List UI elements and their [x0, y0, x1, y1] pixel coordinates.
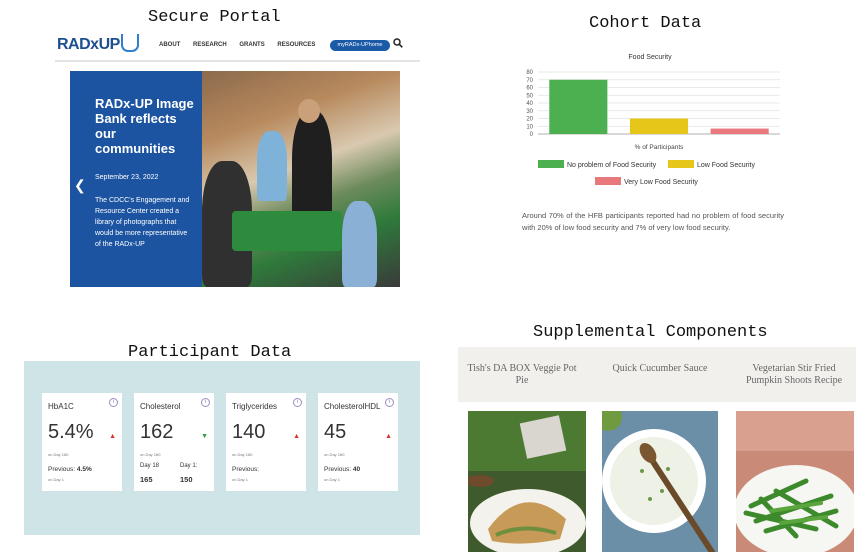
info-icon[interactable]: i	[109, 398, 118, 407]
legend-item-low: Low Food Security	[668, 160, 755, 169]
metric-value: 5.4%	[48, 421, 94, 443]
previous-date: on Day 1	[232, 477, 249, 482]
recipe-title-bar: Tish's DA BOX Veggie Pot Pie Quick Cucum…	[458, 347, 856, 402]
metric-card-cholesterol-hdl[interactable]: CholesterolHDL i 45 ▲ on Day 180 Previou…	[318, 393, 398, 491]
metric-name: HbA1C	[48, 402, 74, 411]
legend-swatch	[668, 160, 694, 168]
hero-title[interactable]: RADx-UP Image Bank reflects our communit…	[95, 96, 195, 156]
recipe-image-cucumber-sauce[interactable]	[602, 411, 718, 552]
metric-value: 162	[140, 421, 174, 443]
x-axis-label: % of Participants	[635, 144, 685, 151]
previous-value: Previous:	[232, 466, 260, 473]
legend-item-no-problem: No problem of Food Security	[538, 160, 656, 169]
nav-grants[interactable]: GRANTS	[239, 42, 264, 48]
portal-home-button[interactable]: myRADx-UPhome	[330, 40, 390, 51]
supplemental-section-title: Supplemental Components	[533, 323, 768, 342]
previous-date: on Day 1	[48, 477, 65, 482]
participant-section-title: Participant Data	[128, 343, 292, 362]
recipe-title-pot-pie[interactable]: Tish's DA BOX Veggie Pot Pie	[462, 363, 582, 387]
participant-data-panel: HbA1C i 5.4% ▲ on Day 180 Previous: 4.5%…	[24, 361, 420, 535]
y-tick-label: 60	[526, 86, 533, 92]
food-security-chart: 01020304050607080% of Participants	[526, 70, 780, 151]
y-tick-label: 50	[526, 93, 533, 99]
info-icon[interactable]: i	[201, 398, 210, 407]
y-tick-label: 0	[530, 132, 534, 138]
nav-links: ABOUT RESEARCH GRANTS RESOURCES	[159, 42, 326, 48]
y-tick-label: 80	[526, 70, 533, 76]
trend-up-icon: ▲	[385, 433, 392, 440]
metric-card-cholesterol[interactable]: Cholesterol i 162 ▼ on Day 180 Day 18 165…	[134, 393, 214, 491]
y-tick-label: 10	[526, 124, 533, 130]
portal-nav-bar: RADxUP ABOUT RESEARCH GRANTS RESOURCES m…	[55, 30, 420, 62]
chart-title: Food Security	[628, 54, 672, 61]
recipe-title-cucumber-sauce[interactable]: Quick Cucumber Sauce	[600, 363, 720, 375]
logo-mark-icon	[120, 34, 139, 52]
radx-up-logo[interactable]: RADxUP	[57, 34, 139, 54]
metric-name: CholesterolHDL	[324, 402, 381, 411]
chevron-left-icon[interactable]: ❮	[74, 177, 86, 194]
metric-value: 140	[232, 421, 266, 443]
hero-description: The CDCC's Engagement and Resource Cente…	[95, 197, 190, 248]
secure-portal-screenshot: RADxUP ABOUT RESEARCH GRANTS RESOURCES m…	[55, 30, 420, 292]
metric-date: on Day 180	[48, 452, 69, 457]
metric-name: Cholesterol	[140, 402, 181, 411]
recipe-title-pumpkin-shoots[interactable]: Vegetarian Stir Fried Pumpkin Shoots Rec…	[734, 363, 854, 387]
portal-section-title: Secure Portal	[148, 8, 281, 27]
metric-date: on Day 180	[324, 452, 345, 457]
day-a-value: Day 18 165	[140, 463, 160, 484]
recipe-image-pumpkin-shoots[interactable]	[736, 411, 854, 552]
bar-1	[629, 118, 689, 134]
info-icon[interactable]: i	[385, 398, 394, 407]
bar-2	[710, 128, 769, 134]
nav-about[interactable]: ABOUT	[159, 42, 180, 48]
y-tick-label: 40	[526, 101, 533, 107]
trend-up-icon: ▲	[293, 433, 300, 440]
hero-text-panel: RADx-UP Image Bank reflects our communit…	[70, 71, 202, 287]
supplemental-components-panel: Tish's DA BOX Veggie Pot Pie Quick Cucum…	[458, 347, 856, 552]
y-tick-label: 30	[526, 109, 533, 115]
hero-photo	[202, 71, 400, 287]
y-tick-label: 20	[526, 117, 533, 123]
legend-item-very-low: Very Low Food Security	[595, 177, 698, 186]
previous-value: Previous: 40	[324, 466, 361, 473]
previous-value: Previous: 4.5%	[48, 466, 92, 473]
bar-0	[549, 79, 608, 134]
metric-card-triglycerides[interactable]: Triglycerides i 140 ▲ on Day 180 Previou…	[226, 393, 306, 491]
info-icon[interactable]: i	[293, 398, 302, 407]
search-icon[interactable]	[393, 38, 403, 51]
legend-swatch	[595, 177, 621, 185]
day-b-value: Day 1: 150	[180, 463, 198, 484]
trend-down-icon: ▼	[201, 433, 208, 440]
cohort-summary-text: Around 70% of the HFB participants repor…	[522, 211, 784, 232]
metric-card-hba1c[interactable]: HbA1C i 5.4% ▲ on Day 180 Previous: 4.5%…	[42, 393, 122, 491]
recipe-image-pot-pie[interactable]	[468, 411, 586, 552]
hero-date: September 23, 2022	[95, 174, 159, 181]
legend-swatch	[538, 160, 564, 168]
metric-date: on Day 180	[140, 452, 161, 457]
nav-resources[interactable]: RESOURCES	[277, 42, 315, 48]
previous-date: on Day 1	[324, 477, 341, 482]
metric-value: 45	[324, 421, 347, 443]
hero-carousel: RADx-UP Image Bank reflects our communit…	[70, 71, 400, 287]
nav-research[interactable]: RESEARCH	[193, 42, 227, 48]
cohort-data-panel: Food Security 0 10 20 30 40 50 60 70 80% of Part…	[510, 52, 790, 252]
cohort-section-title: Cohort Data	[589, 14, 702, 33]
metric-date: on Day 180	[232, 452, 253, 457]
metric-name: Triglycerides	[232, 402, 278, 411]
y-tick-label: 70	[526, 78, 533, 84]
trend-up-icon: ▲	[109, 433, 116, 440]
